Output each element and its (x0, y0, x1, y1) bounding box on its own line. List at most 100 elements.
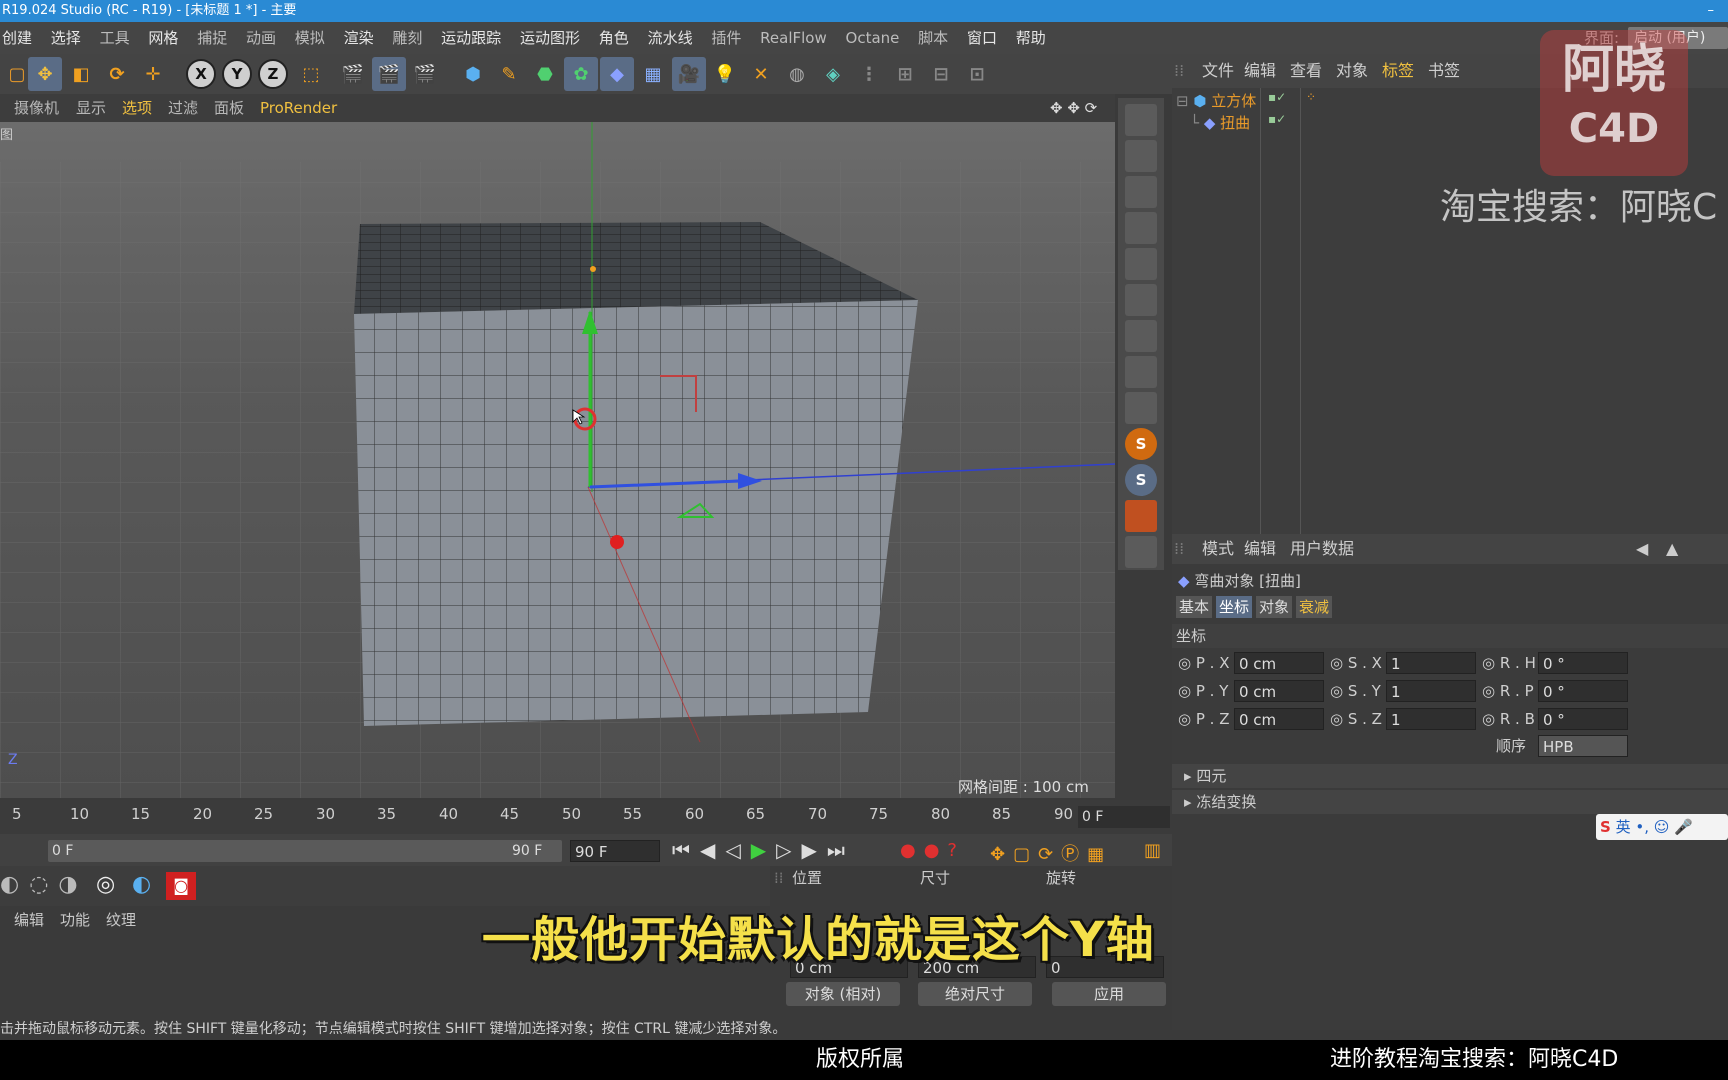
object-row-twist[interactable]: └ ◆ 扭曲 (1190, 112, 1250, 133)
tab-coord[interactable]: 坐标 (1216, 596, 1253, 618)
snap-enable-icon[interactable]: S (1125, 428, 1157, 460)
menu-create[interactable]: 创建 (2, 22, 32, 54)
z-axis-handle[interactable] (610, 535, 624, 549)
viewport-menu-filter[interactable]: 过滤 (168, 94, 198, 122)
texture-mode-icon[interactable] (1125, 140, 1157, 172)
mat-menu-texture[interactable]: 纹理 (106, 906, 136, 934)
tweak-mode-icon[interactable] (1125, 356, 1157, 388)
viewport-menu-display[interactable]: 显示 (76, 94, 106, 122)
recent-tool-icon[interactable]: ✛ (136, 57, 170, 91)
attr-grip-icon[interactable]: ⁞⁞ (1174, 534, 1184, 564)
menu-help[interactable]: 帮助 (1016, 22, 1046, 54)
sy-field[interactable]: 1 (1386, 680, 1476, 702)
locked-workplane-icon[interactable] (1125, 500, 1157, 532)
transport-controls[interactable]: ⏮◀◁▶▷▶⏭ (672, 838, 855, 862)
om-menu-tags[interactable]: 标签 (1382, 54, 1414, 88)
record-keys-icon[interactable]: ●●? (900, 840, 965, 861)
camera-icon[interactable]: 🎥 (672, 57, 706, 91)
menu-mesh[interactable]: 网格 (148, 22, 178, 54)
move-tool-icon[interactable]: ✥ (28, 57, 62, 91)
menu-animate[interactable]: 动画 (246, 22, 276, 54)
viewport-menu-panel[interactable]: 面板 (214, 94, 244, 122)
edges-mode-icon[interactable] (1125, 248, 1157, 280)
viewport-menu-options[interactable]: 选项 (122, 94, 152, 122)
viewport-menu-prorender[interactable]: ProRender (260, 94, 337, 122)
uv-mode-icon[interactable] (1125, 392, 1157, 424)
om-menu-bookmarks[interactable]: 书签 (1428, 54, 1460, 88)
back-arrow-icon[interactable]: ◀ (1636, 534, 1648, 564)
tab-falloff[interactable]: 衰减 (1296, 596, 1333, 618)
ime-extra-icons[interactable]: •, ☺ 🎤 (1635, 818, 1692, 836)
current-frame-field[interactable]: 0 F (1078, 806, 1170, 828)
model-mode-icon[interactable] (1125, 104, 1157, 136)
order-select[interactable]: HPB (1538, 735, 1628, 757)
visibility-check-icon[interactable]: ▪✓ (1268, 90, 1286, 104)
px-field[interactable]: 0 cm (1234, 652, 1324, 674)
menu-select[interactable]: 选择 (51, 22, 81, 54)
planar-workplane-icon[interactable] (1125, 536, 1157, 568)
tag-icon[interactable]: ⁘ (1306, 90, 1316, 104)
y-axis-lock-button[interactable]: Y (222, 59, 252, 89)
light-icon[interactable]: 💡 (708, 57, 742, 91)
menu-simulate[interactable]: 模拟 (295, 22, 325, 54)
mat-menu-function[interactable]: 功能 (60, 906, 90, 934)
menu-sculpt[interactable]: 雕刻 (392, 22, 422, 54)
timeline-ruler[interactable]: 5 10 15 20 25 30 35 40 45 50 55 60 65 70… (0, 800, 1172, 834)
om-menu-file[interactable]: 文件 (1202, 54, 1234, 88)
workplane-icon[interactable]: ⋮ (852, 57, 886, 91)
grip-icon[interactable]: ⁞⁞ (1174, 54, 1184, 88)
menu-snap[interactable]: 捕捉 (197, 22, 227, 54)
x-axis-lock-button[interactable]: X (186, 59, 216, 89)
perspective-viewport[interactable]: 图 Z 网格间距 : 100 cm (0, 122, 1115, 798)
scale-tool-icon[interactable]: ◧ (64, 57, 98, 91)
timeline-window-icon[interactable]: ▥ (1144, 840, 1161, 861)
range-slider[interactable] (48, 840, 562, 862)
workplane-mode-icon[interactable] (1125, 176, 1157, 208)
menu-window[interactable]: 窗口 (967, 22, 997, 54)
menu-plugins[interactable]: 插件 (711, 22, 741, 54)
apply-button[interactable]: 应用 (1052, 982, 1166, 1006)
polygons-mode-icon[interactable] (1125, 284, 1157, 316)
menu-mograph[interactable]: 运动图形 (520, 22, 580, 54)
render-view-icon[interactable]: 🎬 (336, 57, 370, 91)
rp-field[interactable]: 0 ° (1538, 680, 1628, 702)
render-picture-viewer-icon[interactable]: 🎬 (372, 57, 406, 91)
menu-pipeline[interactable]: 流水线 (648, 22, 693, 54)
freeze-transform-section[interactable]: ▸ 冻结变换 (1172, 790, 1728, 814)
play-icon[interactable]: ▶ (751, 838, 776, 862)
menu-realflow[interactable]: RealFlow (760, 22, 827, 54)
pen-spline-icon[interactable]: ✎ (492, 57, 526, 91)
menu-octane[interactable]: Octane (846, 22, 900, 54)
rb-field[interactable]: 0 ° (1538, 708, 1628, 730)
ime-toolbar[interactable]: S 英 •, ☺ 🎤 (1596, 814, 1728, 840)
minimize-button[interactable]: – (1708, 0, 1715, 22)
om-menu-object[interactable]: 对象 (1336, 54, 1368, 88)
sz-field[interactable]: 1 (1386, 708, 1476, 730)
quantize-icon[interactable]: ⊟ (924, 57, 958, 91)
size-mode-select[interactable]: 绝对尺寸 (918, 982, 1032, 1006)
points-mode-icon[interactable] (1125, 212, 1157, 244)
coord-mode-select[interactable]: 对象 (相对) (786, 982, 900, 1006)
tab-object[interactable]: 对象 (1256, 596, 1293, 618)
snap-icon[interactable]: ⊞ (888, 57, 922, 91)
material-preset-icons[interactable]: ◐◌◑ (0, 872, 88, 897)
render-settings-icon[interactable]: 🎬 (408, 57, 442, 91)
visibility-check-icon-2[interactable]: ▪✓ (1268, 112, 1286, 126)
mat-menu-edit[interactable]: 编辑 (14, 906, 44, 934)
target-icon[interactable]: ◎ (96, 872, 115, 897)
om-menu-view[interactable]: 查看 (1290, 54, 1322, 88)
coordinate-system-icon[interactable]: ⬚ (294, 57, 328, 91)
key-filter-icons[interactable]: ✥▢⟳Ⓟ▦ (990, 840, 1112, 866)
subdivision-surface-icon[interactable]: ⬣ (528, 57, 562, 91)
sx-field[interactable]: 1 (1386, 652, 1476, 674)
null-axis-icon[interactable]: ✕ (744, 57, 778, 91)
py-field[interactable]: 0 cm (1234, 680, 1324, 702)
axis-mode-icon[interactable] (1125, 320, 1157, 352)
cloner-icon[interactable]: ✿ (564, 57, 598, 91)
rotate-tool-icon[interactable]: ⟳ (100, 57, 134, 91)
object-row-cube[interactable]: ⊟ ⬢ 立方体 (1176, 90, 1256, 111)
snap-settings-icon[interactable]: S (1125, 464, 1157, 496)
attr-menu-userdata[interactable]: 用户数据 (1290, 534, 1354, 564)
quaternion-section[interactable]: ▸ 四元 (1172, 764, 1728, 788)
z-axis-lock-button[interactable]: Z (258, 59, 288, 89)
